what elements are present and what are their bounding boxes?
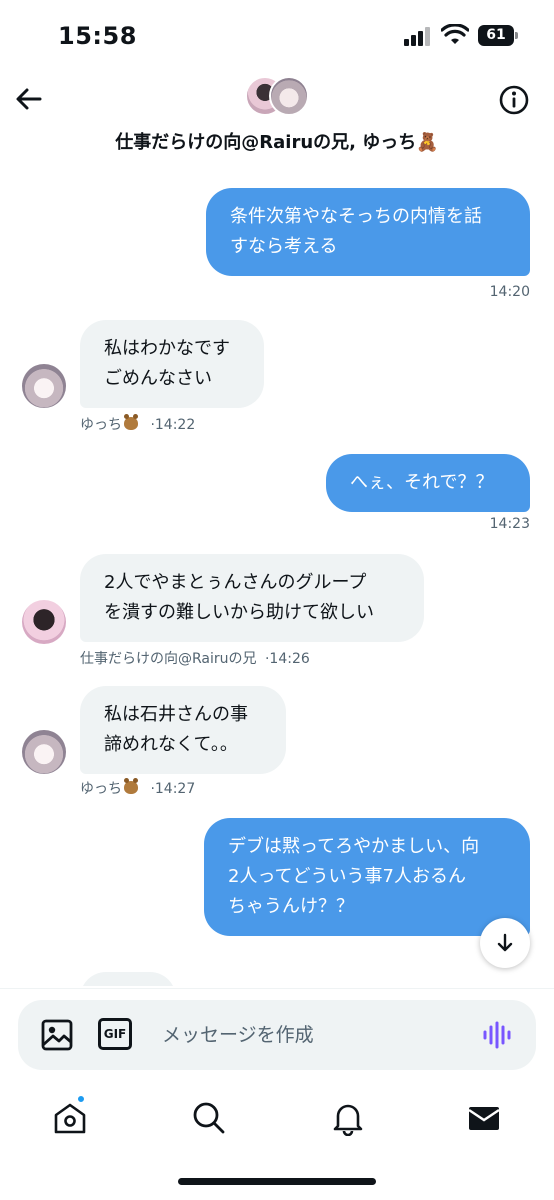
mail-icon[interactable] [466,1100,502,1136]
status-bar: 15:58 61 [0,0,554,70]
message-bubble-partial [80,972,176,986]
bottom-navigation [0,1090,554,1150]
message-meta: ゆっち ·14:27 [80,778,195,798]
teddy-bear-icon [124,414,138,430]
message-bubble[interactable]: へぇ、それで？？ [326,454,530,512]
arrow-left-icon[interactable] [14,84,44,114]
gif-icon[interactable]: GIF [98,1018,132,1050]
status-time: 15:58 [58,22,137,50]
message-time: ·14:27 [150,781,196,797]
search-icon[interactable] [191,1100,227,1136]
message-bubble[interactable]: 私はわかなです ごめんなさい [80,320,264,408]
message-time: 14:20 [489,284,530,300]
conversation-title[interactable]: 仕事だらけの向@Rairuの兄, ゆっち🧸 [0,128,554,154]
home-icon[interactable] [52,1100,88,1136]
message-meta: ゆっち ·14:22 [80,414,195,434]
teddy-bear-icon [124,778,138,794]
wifi-icon [441,24,469,44]
battery-icon: 61 [478,25,514,46]
message-time: ·14:22 [150,417,196,433]
avatar[interactable] [22,730,66,774]
message-input[interactable] [162,1020,462,1050]
avatar[interactable] [22,600,66,644]
member-avatar [269,76,309,116]
arrow-down-icon [497,933,513,952]
image-icon[interactable] [40,1018,74,1052]
bell-icon[interactable] [330,1100,366,1136]
message-bubble[interactable]: 2人でやまとぅんさんのグループ を潰すの難しいから助けて欲しい [80,554,424,642]
battery-tip [515,32,518,39]
message-time: ·14:26 [264,651,310,667]
scroll-to-bottom-button[interactable] [480,918,530,968]
message-bubble[interactable]: 私は石井さんの事 諦めれなくて。。 [80,686,286,774]
voice-message-icon[interactable] [482,1020,512,1050]
message-composer: GIF [18,1000,536,1070]
notification-dot [76,1094,86,1104]
home-indicator [178,1178,376,1185]
divider [0,988,554,989]
sender-name: ゆっち [80,417,122,433]
conversation-header: 仕事だらけの向@Rairuの兄, ゆっち🧸 [0,70,554,166]
avatar[interactable] [22,364,66,408]
sender-name: 仕事だらけの向@Rairuの兄 [80,651,257,667]
signal-icon [404,26,432,46]
message-meta: 仕事だらけの向@Rairuの兄 ·14:26 [80,648,310,668]
message-list[interactable]: 条件次第やなそっちの内情を話 すなら考える 14:20 私はわかなです ごめんな… [0,166,554,986]
info-icon[interactable] [498,84,530,116]
group-avatar[interactable] [245,76,311,118]
message-bubble[interactable]: 条件次第やなそっちの内情を話 すなら考える [206,188,530,276]
sender-name: ゆっち [80,781,122,797]
message-time: 14:23 [489,516,530,532]
message-bubble[interactable]: デブは黙ってろやかましい、向 2人ってどういう事7人おるん ちゃうんけ？？ [204,818,530,936]
